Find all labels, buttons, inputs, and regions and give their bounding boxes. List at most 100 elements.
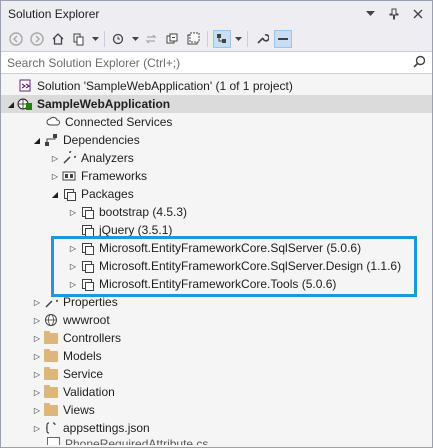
collapsed-arrow-icon[interactable]: ▷ (31, 311, 43, 329)
tree-item-label: Connected Services (65, 115, 173, 129)
back-icon[interactable] (7, 30, 25, 48)
tree-item-label: jQuery (3.5.1) (99, 223, 173, 237)
tree-item-label: wwwroot (63, 313, 110, 327)
tree-item-label: Validation (63, 385, 115, 399)
solution-icon (17, 78, 33, 94)
connected-services-icon (45, 114, 61, 130)
tree-item-label: Microsoft.EntityFrameworkCore.SqlServer … (99, 241, 362, 255)
tree-item-cut-off[interactable]: PhoneRequiredAttribute.cs (1, 437, 432, 445)
tree-item-folder[interactable]: ▷ Controllers (1, 329, 432, 347)
folder-icon (43, 330, 59, 346)
tree-item-project[interactable]: ◢ SampleWebApplication (1, 95, 432, 113)
collapsed-arrow-icon[interactable]: ▷ (49, 167, 61, 185)
toolbar-separator (207, 31, 208, 47)
tree-item-analyzers[interactable]: ▷ Analyzers (1, 149, 432, 167)
toolbar-separator (247, 31, 248, 47)
window-title: Solution Explorer (8, 7, 100, 21)
pending-changes-icon[interactable] (110, 30, 128, 48)
tree-item-label: SampleWebApplication (37, 97, 171, 111)
tree-item-package[interactable]: ▷ Microsoft.EntityFrameworkCore.SqlServe… (1, 239, 432, 257)
package-icon (79, 204, 95, 220)
tree-item-package[interactable]: ▷ bootstrap (4.5.3) (1, 203, 432, 221)
package-icon (79, 276, 95, 292)
tree-item-label: Views (63, 403, 95, 417)
tree-item-folder[interactable]: ▷ Validation (1, 383, 432, 401)
package-icon (61, 186, 77, 202)
expanded-arrow-icon[interactable]: ◢ (31, 131, 43, 149)
tree-item-package[interactable]: jQuery (3.5.1) (1, 221, 432, 239)
tree-item-label: Microsoft.EntityFrameworkCore.SqlServer.… (99, 259, 402, 273)
properties-icon[interactable] (253, 30, 271, 48)
collapsed-arrow-icon[interactable]: ▷ (49, 149, 61, 167)
folder-icon (43, 402, 59, 418)
tree-item-packages[interactable]: ◢ Packages (1, 185, 432, 203)
folder-icon (43, 348, 59, 364)
sync-icon[interactable] (142, 30, 160, 48)
solution-explorer-window: Solution Explorer Search Solution Explor… (0, 0, 433, 448)
tree-item-connected-services[interactable]: Connected Services (1, 113, 432, 131)
dependencies-icon (43, 132, 59, 148)
toolbar (1, 27, 432, 52)
folder-icon (43, 384, 59, 400)
folder-icon (43, 366, 59, 382)
tree-item-label: Packages (81, 187, 134, 201)
collapsed-arrow-icon[interactable]: ▷ (67, 275, 79, 293)
collapse-all-icon[interactable] (163, 30, 181, 48)
collapsed-arrow-icon[interactable]: ▷ (67, 257, 79, 275)
tree-item-package[interactable]: ▷ Microsoft.EntityFrameworkCore.Tools (5… (1, 275, 432, 293)
properties-wrench-icon (43, 294, 59, 310)
pin-icon[interactable] (386, 6, 402, 22)
pending-changes-dropdown-icon[interactable] (131, 30, 139, 48)
switch-views-dropdown-icon[interactable] (91, 30, 99, 48)
tree-item-appsettings[interactable]: ▷ appsettings.json (1, 419, 432, 437)
dash-icon[interactable] (274, 30, 292, 48)
solution-tree: Solution 'SampleWebApplication' (1 of 1 … (1, 77, 432, 447)
tree-item-label: Analyzers (81, 151, 134, 165)
collapsed-arrow-icon[interactable]: ▷ (67, 239, 79, 257)
collapsed-arrow-icon[interactable]: ▷ (31, 401, 43, 419)
title-bar: Solution Explorer (1, 1, 432, 27)
search-bar[interactable]: Search Solution Explorer (Ctrl+;) (1, 52, 432, 74)
tree-item-solution[interactable]: Solution 'SampleWebApplication' (1 of 1 … (1, 77, 432, 95)
tree-item-dependencies[interactable]: ◢ Dependencies (1, 131, 432, 149)
forward-icon[interactable] (28, 30, 46, 48)
globe-icon (43, 312, 59, 328)
home-icon[interactable] (49, 30, 67, 48)
collapsed-arrow-icon[interactable]: ▷ (31, 329, 43, 347)
frameworks-icon (61, 168, 77, 184)
tree-item-folder[interactable]: ▷ Views (1, 401, 432, 419)
collapsed-arrow-icon[interactable]: ▷ (31, 383, 43, 401)
package-icon (79, 222, 95, 238)
tree-item-properties[interactable]: ▷ Properties (1, 293, 432, 311)
search-input[interactable]: Search Solution Explorer (Ctrl+;) (7, 56, 413, 70)
tree-item-folder[interactable]: ▷ Service (1, 365, 432, 383)
collapsed-arrow-icon[interactable]: ▷ (31, 293, 43, 311)
close-icon[interactable] (410, 6, 426, 22)
show-all-files-icon[interactable] (184, 30, 202, 48)
json-file-icon (43, 420, 59, 436)
package-icon (79, 258, 95, 274)
tree-item-folder[interactable]: ▷ Models (1, 347, 432, 365)
tree-item-label: Solution 'SampleWebApplication' (1 of 1 … (37, 79, 293, 93)
tree-item-wwwroot[interactable]: ▷ wwwroot (1, 311, 432, 329)
tree-item-label: Dependencies (63, 133, 140, 147)
tree-item-frameworks[interactable]: ▷ Frameworks (1, 167, 432, 185)
collapsed-arrow-icon[interactable]: ▷ (31, 419, 43, 437)
expanded-arrow-icon[interactable]: ◢ (5, 95, 17, 113)
tree-item-package[interactable]: ▷ Microsoft.EntityFrameworkCore.SqlServe… (1, 257, 432, 275)
toolbar-separator (104, 31, 105, 47)
expanded-arrow-icon[interactable]: ◢ (49, 185, 61, 203)
tree-item-label: Service (63, 367, 104, 381)
tree-item-label: PhoneRequiredAttribute.cs (65, 437, 209, 445)
tree-item-label: appsettings.json (63, 421, 150, 435)
tree-item-label: Frameworks (81, 169, 148, 183)
collapsed-arrow-icon[interactable]: ▷ (67, 203, 79, 221)
tree-item-label: bootstrap (4.5.3) (99, 205, 188, 219)
preview-selected-icon[interactable] (213, 30, 231, 48)
collapsed-arrow-icon[interactable]: ▷ (31, 347, 43, 365)
dropdown-icon[interactable] (362, 6, 378, 22)
switch-views-icon[interactable] (70, 30, 88, 48)
preview-dropdown-icon[interactable] (234, 30, 242, 48)
search-icon[interactable] (413, 55, 426, 71)
collapsed-arrow-icon[interactable]: ▷ (31, 365, 43, 383)
